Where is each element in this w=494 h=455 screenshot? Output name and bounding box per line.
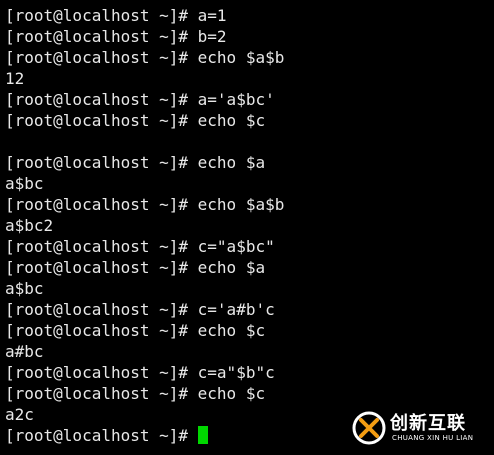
shell-prompt: [root@localhost ~]# <box>5 384 198 403</box>
output-text: 12 <box>5 69 25 88</box>
command-text: c='a#b'c <box>197 300 275 319</box>
shell-prompt: [root@localhost ~]# <box>5 195 198 214</box>
terminal-line: a$bc2 <box>5 215 53 236</box>
output-text: a$bc2 <box>5 216 54 235</box>
terminal-line: [root@localhost ~]# c=a"$b"c <box>5 362 275 383</box>
terminal-line: [root@localhost ~]# a=1 <box>5 5 227 26</box>
command-text: echo $a <box>197 153 266 172</box>
command-text: echo $c <box>197 111 266 130</box>
shell-prompt: [root@localhost ~]# <box>5 90 198 109</box>
output-text: a$bc <box>5 174 44 193</box>
output-text: a2c <box>5 405 34 424</box>
terminal-line: [root@localhost ~]# echo $c <box>5 320 265 341</box>
command-text: b=2 <box>197 27 227 46</box>
terminal-line: [root@localhost ~]# echo $c <box>5 110 265 131</box>
shell-prompt: [root@localhost ~]# <box>5 426 198 445</box>
command-text: c=a"$b"c <box>197 363 275 382</box>
terminal-line: a$bc <box>5 173 44 194</box>
shell-prompt: [root@localhost ~]# <box>5 321 198 340</box>
shell-prompt: [root@localhost ~]# <box>5 258 198 277</box>
command-text: echo $c <box>197 321 266 340</box>
text-cursor <box>197 426 208 444</box>
shell-prompt: [root@localhost ~]# <box>5 300 198 319</box>
watermark: 创新互联 CHUANG XIN HU LIAN <box>352 407 488 449</box>
output-text: a#bc <box>5 342 44 361</box>
command-text: c="a$bc" <box>197 237 275 256</box>
terminal-line: [root@localhost ~]# b=2 <box>5 26 227 47</box>
watermark-subtitle: CHUANG XIN HU LIAN <box>392 434 474 442</box>
terminal-line: [root@localhost ~]# echo $a <box>5 257 265 278</box>
terminal-line: [root@localhost ~]# echo $c <box>5 383 265 404</box>
terminal-input-line[interactable]: [root@localhost ~]# <box>5 425 208 446</box>
shell-prompt: [root@localhost ~]# <box>5 363 198 382</box>
shell-prompt: [root@localhost ~]# <box>5 237 198 256</box>
command-text: a=1 <box>197 6 227 25</box>
chuangxin-logo-icon <box>352 411 386 445</box>
command-text: echo $a$b <box>197 48 285 67</box>
terminal-line: 12 <box>5 68 24 89</box>
command-text: echo $c <box>197 384 266 403</box>
terminal-line: [root@localhost ~]# a='a$bc' <box>5 89 275 110</box>
shell-prompt: [root@localhost ~]# <box>5 27 198 46</box>
terminal-line: a$bc <box>5 278 44 299</box>
shell-prompt: [root@localhost ~]# <box>5 111 198 130</box>
shell-prompt: [root@localhost ~]# <box>5 153 198 172</box>
terminal-line: [root@localhost ~]# c='a#b'c <box>5 299 275 320</box>
terminal-window[interactable]: [root@localhost ~]# a=1 [root@localhost … <box>0 0 494 455</box>
terminal-line: [root@localhost ~]# echo $a$b <box>5 194 284 215</box>
watermark-title: 创新互联 <box>390 413 466 434</box>
shell-prompt: [root@localhost ~]# <box>5 48 198 67</box>
terminal-line: [root@localhost ~]# echo $a <box>5 152 265 173</box>
terminal-line: a2c <box>5 404 34 425</box>
terminal-line: [root@localhost ~]# echo $a$b <box>5 47 284 68</box>
shell-prompt: [root@localhost ~]# <box>5 6 198 25</box>
command-text: echo $a$b <box>197 195 285 214</box>
command-text: echo $a <box>197 258 266 277</box>
terminal-line: a#bc <box>5 341 44 362</box>
command-text: a='a$bc' <box>197 90 275 109</box>
output-text: a$bc <box>5 279 44 298</box>
terminal-line: [root@localhost ~]# c="a$bc" <box>5 236 275 257</box>
